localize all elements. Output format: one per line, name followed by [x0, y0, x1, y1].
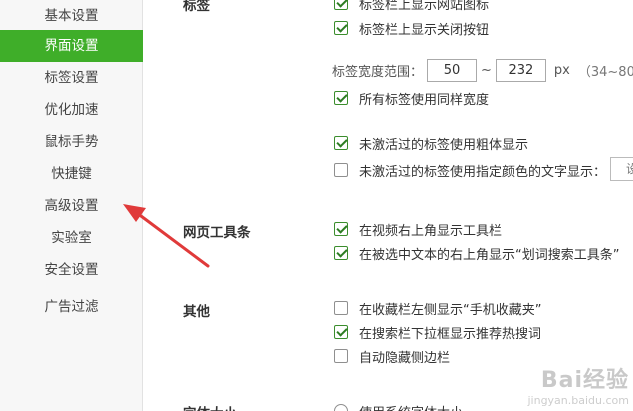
- option-label: 使用系统字体大小: [359, 402, 463, 411]
- option-label: 未激活过的标签使用指定颜色的文字显示：: [359, 164, 607, 180]
- checkbox[interactable]: [334, 222, 348, 236]
- section-label-tabs: 标签: [183, 0, 210, 14]
- option-video-toolbar[interactable]: 在视频右上角显示工具栏: [334, 220, 503, 239]
- unit-label: px: [553, 62, 570, 78]
- option-show-close-button[interactable]: 标签栏上显示关闭按钮: [334, 19, 490, 38]
- option-label: 在被选中文本的右上角显示“划词搜索工具条”: [359, 247, 620, 263]
- checkbox[interactable]: [334, 163, 348, 177]
- option-label: 在收藏栏左侧显示“手机收藏夹”: [359, 302, 542, 318]
- option-show-site-icon[interactable]: 标签栏上显示网站图标: [334, 0, 490, 13]
- section-label-toolbar: 网页工具条: [183, 225, 251, 241]
- sidebar-item-ad-filter[interactable]: 广告过滤: [0, 291, 143, 323]
- sidebar-item-security[interactable]: 安全设置: [0, 254, 143, 286]
- checkbox[interactable]: [334, 246, 348, 260]
- sidebar-item-advanced[interactable]: 高级设置: [0, 190, 143, 222]
- checkbox[interactable]: [334, 0, 348, 10]
- checkbox[interactable]: [334, 91, 348, 105]
- option-mobile-favorites[interactable]: 在收藏栏左侧显示“手机收藏夹”: [334, 299, 542, 318]
- sidebar-item-basic[interactable]: 基本设置: [0, 0, 143, 32]
- option-bold-inactive[interactable]: 未激活过的标签使用粗体显示: [334, 134, 529, 153]
- option-same-width[interactable]: 所有标签使用同样宽度: [334, 89, 490, 108]
- range-hint: （34~800）: [577, 64, 633, 80]
- tab-width-range: 标签宽度范围： 50 ~ 232 px （34~800）: [332, 58, 633, 82]
- settings-content: 标签 标签栏上显示网站图标 标签栏上显示关闭按钮 标签宽度范围： 50 ~ 23…: [144, 0, 633, 411]
- inactive-color-select[interactable]: 设: [610, 157, 633, 181]
- option-label: 在视频右上角显示工具栏: [359, 223, 503, 239]
- sidebar-item-interface[interactable]: 界面设置: [0, 30, 143, 62]
- settings-sidebar: 基本设置 界面设置 标签设置 优化加速 鼠标手势 快捷键 高级设置 实验室 安全…: [0, 0, 143, 411]
- sidebar-item-optimize[interactable]: 优化加速: [0, 94, 143, 126]
- sidebar-item-shortcuts[interactable]: 快捷键: [0, 158, 143, 190]
- option-label: 标签栏上显示关闭按钮: [359, 22, 490, 38]
- option-label: 所有标签使用同样宽度: [359, 92, 490, 108]
- tab-width-max-input[interactable]: 232: [495, 58, 546, 82]
- checkbox[interactable]: [334, 325, 348, 339]
- tab-width-min-input[interactable]: 50: [427, 58, 478, 82]
- sidebar-item-labs[interactable]: 实验室: [0, 222, 143, 254]
- tab-width-label: 标签宽度范围：: [332, 64, 424, 80]
- option-color-inactive[interactable]: 未激活过的标签使用指定颜色的文字显示：: [334, 161, 607, 180]
- option-label: 标签栏上显示网站图标: [359, 0, 490, 13]
- option-hot-search[interactable]: 在搜索栏下拉框显示推荐热搜词: [334, 323, 542, 342]
- checkbox[interactable]: [334, 21, 348, 35]
- checkbox[interactable]: [334, 301, 348, 315]
- sidebar-item-mouse-gestures[interactable]: 鼠标手势: [0, 126, 143, 158]
- option-label: 在搜索栏下拉框显示推荐热搜词: [359, 326, 542, 342]
- option-auto-hide-sidebar[interactable]: 自动隐藏侧边栏: [334, 347, 451, 366]
- checkbox[interactable]: [334, 136, 348, 150]
- section-label-other: 其他: [183, 304, 210, 320]
- option-label: 未激活过的标签使用粗体显示: [359, 137, 529, 153]
- option-label: 自动隐藏侧边栏: [359, 350, 451, 366]
- checkbox[interactable]: [334, 349, 348, 363]
- option-selection-search-toolbar[interactable]: 在被选中文本的右上角显示“划词搜索工具条”: [334, 244, 620, 263]
- range-separator: ~: [481, 62, 492, 78]
- section-label-font-size: 字体大小: [183, 402, 237, 411]
- radio-button[interactable]: [334, 404, 348, 411]
- sidebar-item-tabs[interactable]: 标签设置: [0, 62, 143, 94]
- option-system-font-size[interactable]: 使用系统字体大小: [334, 402, 463, 411]
